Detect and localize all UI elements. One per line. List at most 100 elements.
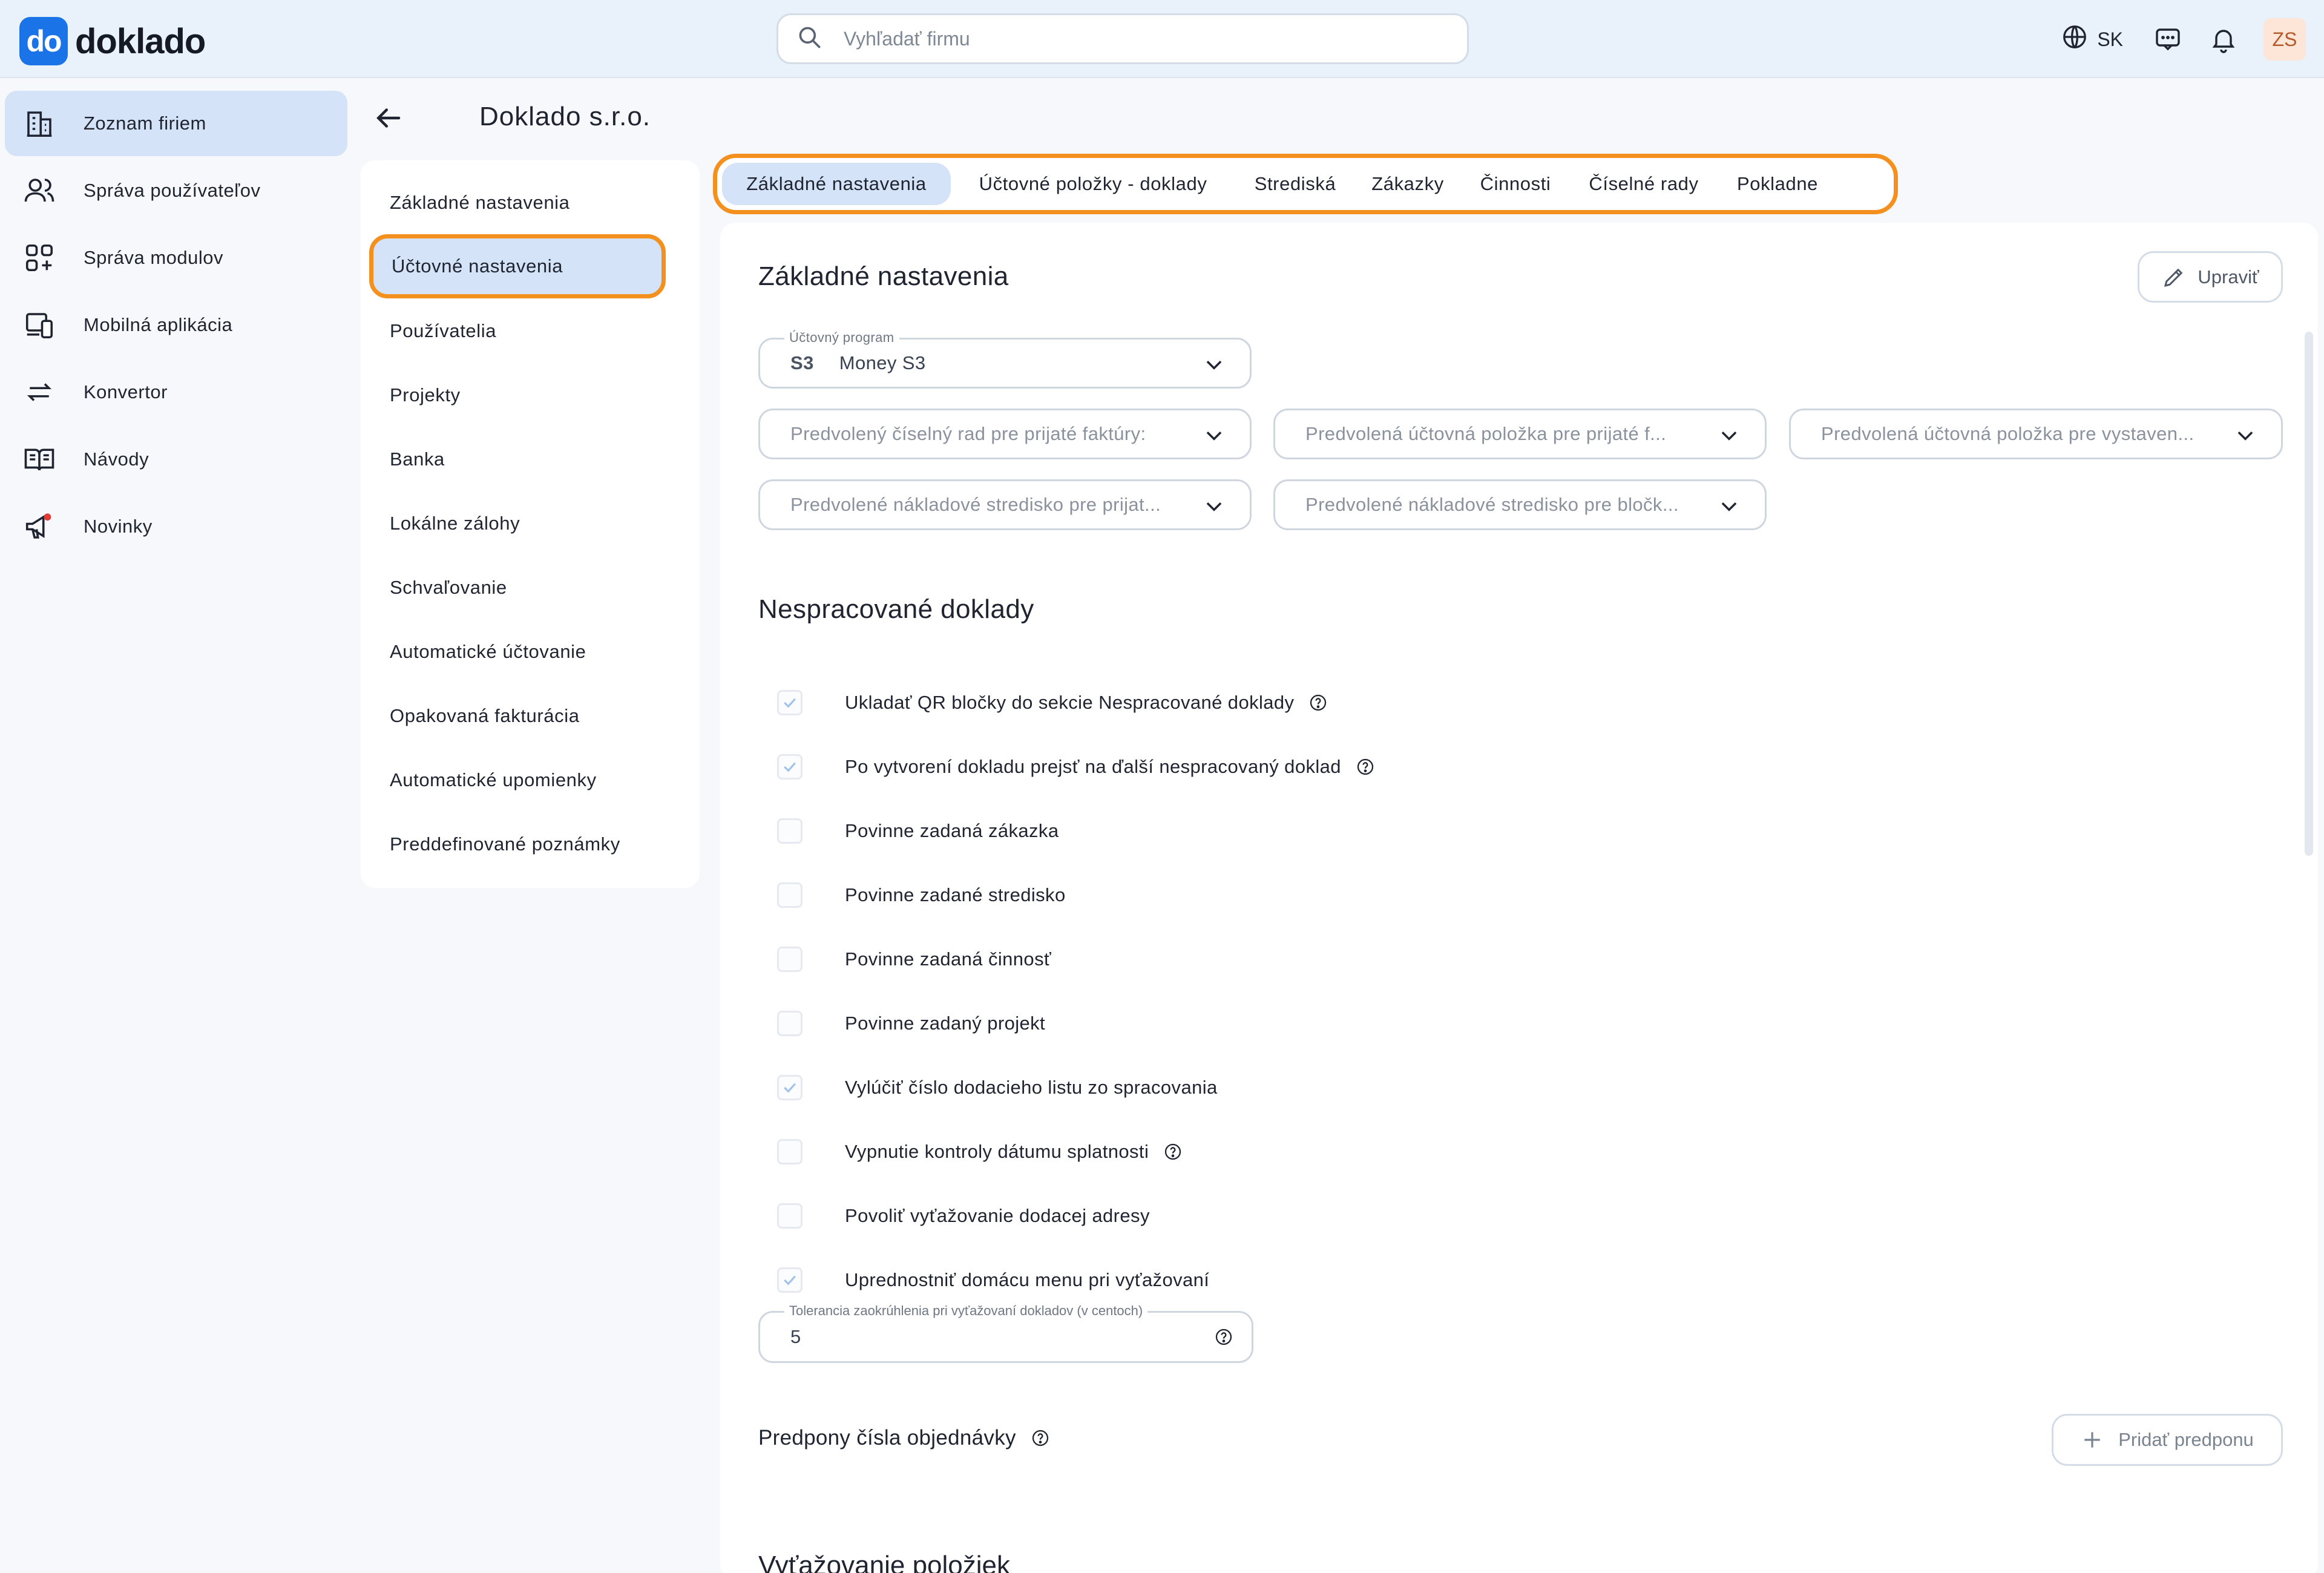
sidebar-item-label: Novinky [84, 516, 153, 537]
rounding-tolerance-label: Tolerancia zaokrúhlenia pri vyťažovaní d… [784, 1303, 1148, 1319]
back-arrow-icon[interactable] [372, 102, 404, 134]
settings-nav-item[interactable]: Projekty [390, 384, 461, 406]
bell-icon[interactable] [2208, 24, 2239, 55]
sidebar-item-modules[interactable]: Správa modulov [5, 225, 347, 291]
checkbox-checked[interactable] [777, 690, 803, 715]
sidebar-item-label: Konvertor [84, 381, 168, 402]
option-label: Vypnutie kontroly dátumu splatnosti [845, 1141, 1149, 1162]
sidebar-item-news[interactable]: Novinky [5, 494, 347, 559]
option-row[interactable]: Povinne zadané stredisko [777, 882, 1066, 908]
sidebar-item-converter[interactable]: Konvertor [5, 360, 347, 425]
checkbox[interactable] [777, 1203, 803, 1229]
tab-orders[interactable]: Zákazky [1359, 163, 1457, 205]
sidebar-item-label: Mobilná aplikácia [84, 314, 233, 335]
help-icon[interactable] [1163, 1142, 1183, 1161]
book-icon [24, 448, 54, 471]
settings-nav-item-active[interactable]: Účtovné nastavenia [369, 234, 666, 298]
option-row[interactable]: Vypnutie kontroly dátumu splatnosti [777, 1139, 1183, 1164]
select-placeholder: Predvolené nákladové stredisko pre bločk… [1305, 494, 1679, 515]
search-input[interactable] [844, 27, 1388, 50]
chevron-down-icon [1721, 432, 1737, 441]
search-box[interactable] [776, 13, 1469, 64]
option-row[interactable]: Povinne zadaná činnosť [777, 947, 1051, 972]
app-logo[interactable]: do doklado [19, 17, 206, 65]
edit-label: Upraviť [2198, 266, 2259, 287]
sidebar-item-companies[interactable]: Zoznam firiem [5, 91, 347, 156]
option-row[interactable]: Ukladať QR bločky do sekcie Nespracované… [777, 690, 1328, 715]
option-row[interactable]: Povinne zadaný projekt [777, 1011, 1045, 1036]
settings-nav-item[interactable]: Opakovaná fakturácia [390, 705, 580, 727]
checkbox[interactable] [777, 818, 803, 844]
option-row[interactable]: Povoliť vyťažovanie dodacej adresy [777, 1203, 1150, 1229]
checkbox[interactable] [777, 1139, 803, 1164]
checkbox-checked[interactable] [777, 1075, 803, 1100]
chevron-down-icon [2237, 432, 2253, 441]
edit-button[interactable]: Upraviť [2138, 251, 2283, 303]
pencil-icon [2164, 268, 2183, 287]
rounding-tolerance-value[interactable]: 5 [790, 1326, 801, 1348]
accounting-program-select[interactable]: Účtovný program S3 Money S3 [758, 330, 1252, 389]
help-icon[interactable] [1308, 693, 1328, 712]
checkbox[interactable] [777, 1011, 803, 1036]
language-switcher[interactable]: SK [2061, 23, 2123, 56]
section-title-item-extraction: Vyťažovanie položiek [758, 1551, 1011, 1573]
checkbox[interactable] [777, 882, 803, 908]
chevron-down-icon [1206, 361, 1222, 370]
option-row[interactable]: Po vytvorení dokladu prejsť na ďalší nes… [777, 754, 1375, 780]
help-icon[interactable] [1031, 1428, 1050, 1448]
avatar[interactable]: ZS [2263, 18, 2306, 61]
settings-nav-item[interactable]: Automatické upomienky [390, 769, 597, 791]
settings-nav-item[interactable]: Lokálne zálohy [390, 513, 520, 534]
option-label: Vylúčiť číslo dodacieho listu zo spracov… [845, 1077, 1218, 1098]
top-right-controls: SK ZS [2061, 18, 2306, 61]
help-icon[interactable] [1214, 1327, 1233, 1347]
sidebar-item-label: Správa modulov [84, 247, 224, 268]
settings-nav-item[interactable]: Základné nastavenia [390, 192, 570, 214]
sidebar-item-label: Správa používateľov [84, 180, 261, 201]
add-prefix-label: Pridať predponu [2118, 1429, 2254, 1450]
sidebar-item-users[interactable]: Správa používateľov [5, 158, 347, 223]
tab-basic-settings[interactable]: Základné nastavenia [722, 163, 951, 205]
rounding-tolerance-field[interactable]: Tolerancia zaokrúhlenia pri vyťažovaní d… [758, 1303, 1253, 1363]
tab-centers[interactable]: Strediská [1241, 163, 1349, 205]
checkbox-checked[interactable] [777, 1267, 803, 1293]
sidebar-item-mobile-app[interactable]: Mobilná aplikácia [5, 292, 347, 358]
settings-nav-item[interactable]: Používatelia [390, 320, 496, 342]
default-cost-center-receipts-select[interactable]: Predvolené nákladové stredisko pre bločk… [1273, 479, 1767, 530]
sidebar: Zoznam firiem Správa používateľov Správa… [0, 79, 357, 1573]
sidebar-item-guides[interactable]: Návody [5, 427, 347, 492]
settings-nav-item[interactable]: Automatické účtovanie [390, 641, 586, 663]
add-prefix-button[interactable]: Pridať predponu [2052, 1414, 2283, 1466]
option-row[interactable]: Povinne zadaná zákazka [777, 818, 1059, 844]
chevron-down-icon [1206, 432, 1222, 441]
default-item-issued-select[interactable]: Predvolená účtovná položka pre vystaven.… [1789, 409, 2283, 459]
option-label: Povinne zadaný projekt [845, 1013, 1046, 1034]
order-prefixes-title: Predpony čísla objednávky [758, 1426, 1050, 1450]
program-code: S3 [790, 352, 814, 373]
logo-badge: do [19, 17, 68, 65]
tab-activities[interactable]: Činnosti [1466, 163, 1564, 205]
scrollbar[interactable] [2305, 332, 2313, 856]
section-title-basic: Základné nastavenia [758, 261, 1009, 291]
default-cost-center-received-select[interactable]: Predvolené nákladové stredisko pre prija… [758, 479, 1252, 530]
settings-nav-item[interactable]: Banka [390, 448, 445, 470]
select-placeholder: Predvolené nákladové stredisko pre prija… [790, 494, 1161, 515]
settings-nav-item[interactable]: Schvaľovanie [390, 577, 507, 599]
tab-cash-registers[interactable]: Pokladne [1722, 163, 1833, 205]
select-placeholder: Predvolený číselný rad pre prijaté faktú… [790, 423, 1146, 444]
chat-icon[interactable] [2152, 24, 2184, 55]
option-label: Povoliť vyťažovanie dodacej adresy [845, 1205, 1150, 1226]
chevron-down-icon [1206, 502, 1222, 511]
option-row[interactable]: Uprednostniť domácu menu pri vyťažovaní [777, 1267, 1209, 1293]
settings-nav-item[interactable]: Preddefinované poznámky [390, 833, 620, 855]
tab-accounting-items[interactable]: Účtovné položky - doklady [959, 163, 1227, 205]
tab-number-series[interactable]: Číselné rady [1574, 163, 1713, 205]
checkbox[interactable] [777, 947, 803, 972]
option-row[interactable]: Vylúčiť číslo dodacieho listu zo spracov… [777, 1075, 1218, 1100]
option-label: Povinne zadaná činnosť [845, 948, 1051, 970]
settings-nav: Základné nastavenia Účtovné nastavenia P… [361, 160, 700, 888]
default-number-series-select[interactable]: Predvolený číselný rad pre prijaté faktú… [758, 409, 1252, 459]
default-item-received-select[interactable]: Predvolená účtovná položka pre prijaté f… [1273, 409, 1767, 459]
checkbox-checked[interactable] [777, 754, 803, 780]
help-icon[interactable] [1356, 757, 1375, 777]
